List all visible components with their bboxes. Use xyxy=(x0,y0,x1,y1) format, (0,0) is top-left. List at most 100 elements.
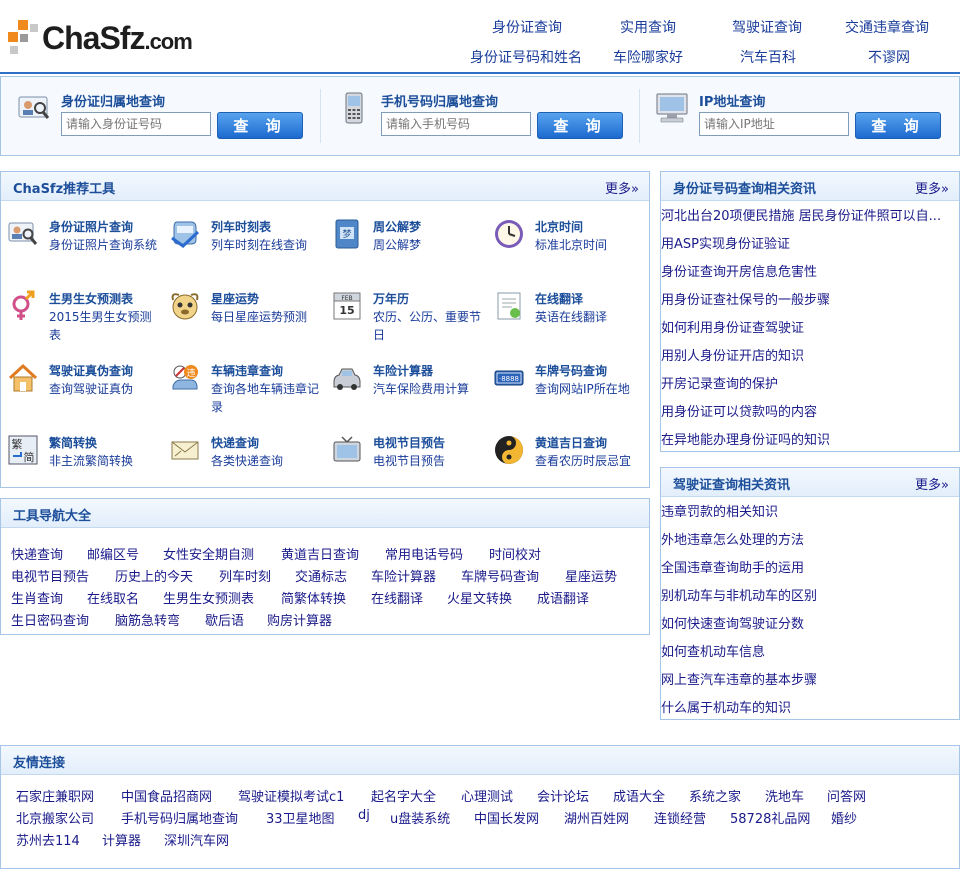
tool-license-verify[interactable]: 驾驶证真伪查询 查询驾驶证真伪 xyxy=(3,362,163,426)
nav-link[interactable]: 生男生女预测表 xyxy=(163,588,254,607)
nav-link[interactable]: 历史上的今天 xyxy=(115,566,193,585)
ip-search-button[interactable]: 查 询 xyxy=(855,112,941,139)
news-item[interactable]: 用身份证可以贷款吗的内容 xyxy=(661,401,959,420)
friend-link[interactable]: 手机号码归属地查询 xyxy=(121,808,238,827)
news-item[interactable]: 身份证查询开房信息危害性 xyxy=(661,261,959,280)
friend-link[interactable]: 33卫星地图 xyxy=(266,808,335,827)
news-item[interactable]: 河北出台20项便民措施 居民身份证件照可以自... xyxy=(661,205,959,224)
news-item[interactable]: 如何快速查询驾驶证分数 xyxy=(661,613,959,632)
friend-link[interactable]: 婚纱 xyxy=(831,808,857,827)
friend-link[interactable]: 问答网 xyxy=(827,786,866,805)
topnav-car-insurance[interactable]: 车险哪家好 xyxy=(613,47,683,67)
phone-search-button[interactable]: 查 询 xyxy=(537,112,623,139)
topnav-car-wiki[interactable]: 汽车百科 xyxy=(740,47,796,67)
news-item[interactable]: 用身份证查社保号的一般步骤 xyxy=(661,289,959,308)
topnav-traffic-violation[interactable]: 交通违章查询 xyxy=(845,17,929,37)
friend-link[interactable]: 中国长发网 xyxy=(474,808,539,827)
tool-gender-prediction[interactable]: 生男生女预测表 2015生男生女预测表 xyxy=(3,290,163,354)
news-item[interactable]: 如何查机动车信息 xyxy=(661,641,959,660)
nav-link[interactable]: 简繁体转换 xyxy=(281,588,346,607)
friend-link[interactable]: 58728礼品网 xyxy=(730,808,810,827)
tool-tv-guide[interactable]: 电视节目预告 电视节目预告 xyxy=(327,434,487,498)
news-item[interactable]: 外地违章怎么处理的方法 xyxy=(661,529,959,548)
tool-traditional-simplified[interactable]: 繁简 繁简转换 非主流繁简转换 xyxy=(3,434,163,498)
friend-link[interactable]: 湖州百姓网 xyxy=(564,808,629,827)
nav-link[interactable]: 火星文转换 xyxy=(447,588,512,607)
friend-link[interactable]: 成语大全 xyxy=(613,786,665,805)
site-logo[interactable]: ChaSfz.com xyxy=(4,16,214,64)
tool-insurance-calculator[interactable]: 车险计算器 汽车保险费用计算 xyxy=(327,362,487,426)
id-news-more-link[interactable]: 更多» xyxy=(915,178,949,197)
friend-link[interactable]: 计算器 xyxy=(102,830,141,849)
topnav-bumiu[interactable]: 不谬网 xyxy=(868,47,910,67)
tool-vehicle-violation[interactable]: 违 车辆违章查询 查询各地车辆违章记录 xyxy=(165,362,325,426)
friend-link[interactable]: u盘装系统 xyxy=(390,808,450,827)
tool-beijing-time[interactable]: 北京时间 标准北京时间 xyxy=(489,218,649,282)
topnav-id-query[interactable]: 身份证查询 xyxy=(492,17,562,37)
nav-link[interactable]: 邮编区号 xyxy=(87,544,139,563)
news-item[interactable]: 在异地能办理身份证吗的知识 xyxy=(661,429,959,448)
nav-link[interactable]: 在线翻译 xyxy=(371,588,423,607)
news-item[interactable]: 用别人身份证开店的知识 xyxy=(661,345,959,364)
ip-address-input[interactable] xyxy=(699,112,849,136)
nav-link[interactable]: 生日密码查询 xyxy=(11,610,89,629)
news-item[interactable]: 别机动车与非机动车的区别 xyxy=(661,585,959,604)
nav-link[interactable]: 在线取名 xyxy=(87,588,139,607)
tool-express-tracking[interactable]: 快递查询 各类快递查询 xyxy=(165,434,325,498)
nav-link[interactable]: 成语翻译 xyxy=(537,588,589,607)
tools-more-link[interactable]: 更多» xyxy=(605,178,639,197)
friend-link[interactable]: 心理测试 xyxy=(461,786,513,805)
friend-link[interactable]: 石家庄兼职网 xyxy=(16,786,94,805)
tool-online-translate[interactable]: 在线翻译 英语在线翻译 xyxy=(489,290,649,354)
phone-number-input[interactable] xyxy=(381,112,531,136)
nav-link[interactable]: 歇后语 xyxy=(205,610,244,629)
nav-link[interactable]: 生肖查询 xyxy=(11,588,63,607)
tool-horoscope[interactable]: 星座运势 每日星座运势预测 xyxy=(165,290,325,354)
tool-train-schedule[interactable]: 列车时刻表 列车时刻在线查询 xyxy=(165,218,325,282)
nav-link[interactable]: 列车时刻 xyxy=(219,566,271,585)
friend-link[interactable]: 起名字大全 xyxy=(371,786,436,805)
friend-link[interactable]: 系统之家 xyxy=(689,786,741,805)
nav-link[interactable]: 星座运势 xyxy=(565,566,617,585)
news-item[interactable]: 全国违章查询助手的运用 xyxy=(661,557,959,576)
tool-perpetual-calendar[interactable]: FEB 15 万年历 农历、公历、重要节日 xyxy=(327,290,487,354)
nav-link[interactable]: 脑筋急转弯 xyxy=(115,610,180,629)
friend-link[interactable]: 驾驶证模拟考试c1 xyxy=(238,786,344,805)
news-item[interactable]: 违章罚款的相关知识 xyxy=(661,501,959,520)
nav-link[interactable]: 车牌号码查询 xyxy=(461,566,539,585)
friend-link[interactable]: 深圳汽车网 xyxy=(164,830,229,849)
tool-auspicious-day[interactable]: 黄道吉日查询 查看农历时辰忌宜 xyxy=(489,434,649,498)
nav-link[interactable]: 电视节目预告 xyxy=(11,566,89,585)
topnav-utility-query[interactable]: 实用查询 xyxy=(620,17,676,37)
nav-link[interactable]: 购房计算器 xyxy=(267,610,332,629)
nav-link[interactable]: 车险计算器 xyxy=(371,566,436,585)
nav-link[interactable]: 常用电话号码 xyxy=(385,544,463,563)
nav-link[interactable]: 快递查询 xyxy=(11,544,63,563)
friend-link[interactable]: 会计论坛 xyxy=(537,786,589,805)
friend-link[interactable]: 连锁经营 xyxy=(654,808,706,827)
tool-plate-lookup[interactable]: ·8888 车牌号码查询 查询网站IP所在地 xyxy=(489,362,649,426)
id-search-button[interactable]: 查 询 xyxy=(217,112,303,139)
tool-id-photo[interactable]: 身份证照片查询 身份证照片查询系统 xyxy=(3,218,163,282)
friend-link[interactable]: 洗地车 xyxy=(765,786,804,805)
tool-nav-title: 工具导航大全 xyxy=(13,509,92,524)
news-item[interactable]: 用ASP实现身份证验证 xyxy=(661,233,959,252)
nav-link[interactable]: 交通标志 xyxy=(295,566,347,585)
topnav-id-name[interactable]: 身份证号码和姓名 xyxy=(470,47,582,67)
license-news-more-link[interactable]: 更多» xyxy=(915,474,949,493)
friend-link[interactable]: 北京搬家公司 xyxy=(16,808,94,827)
nav-link[interactable]: 时间校对 xyxy=(489,544,541,563)
nav-link[interactable]: 女性安全期自测 xyxy=(163,544,254,563)
id-number-input[interactable] xyxy=(61,112,211,136)
license-news-title: 驾驶证查询相关资讯 xyxy=(673,478,791,493)
news-item[interactable]: 网上查汽车违章的基本步骤 xyxy=(661,669,959,688)
nav-link[interactable]: 黄道吉日查询 xyxy=(281,544,359,563)
friend-link[interactable]: dj xyxy=(358,808,370,823)
friend-link[interactable]: 中国食品招商网 xyxy=(121,786,212,805)
tool-dream-interpretation[interactable]: 梦 周公解梦 周公解梦 xyxy=(327,218,487,282)
news-item[interactable]: 开房记录查询的保护 xyxy=(661,373,959,392)
news-item[interactable]: 什么属于机动车的知识 xyxy=(661,697,959,716)
topnav-license-query[interactable]: 驾驶证查询 xyxy=(732,17,802,37)
news-item[interactable]: 如何利用身份证查驾驶证 xyxy=(661,317,959,336)
friend-link[interactable]: 苏州去114 xyxy=(16,830,80,849)
